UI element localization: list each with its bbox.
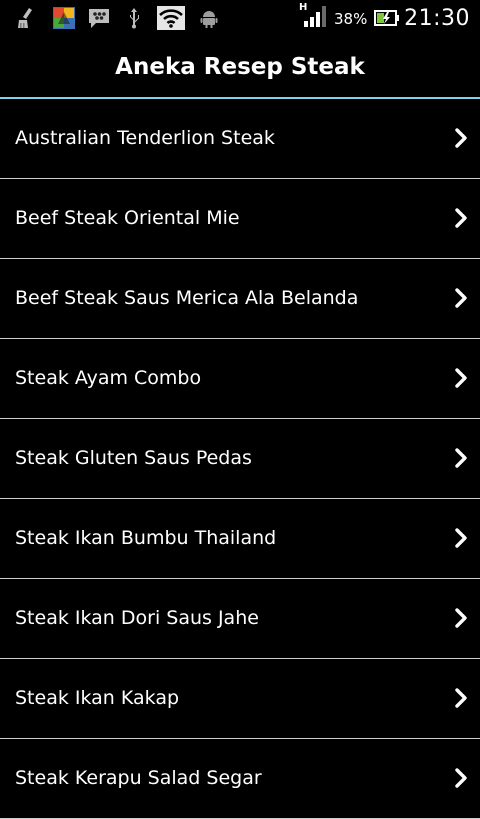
list-item[interactable]: Steak Kerapu Salad Segar <box>0 739 480 819</box>
chevron-right-icon <box>455 368 467 388</box>
status-bar: H 38% 21:30 <box>0 0 480 36</box>
chevron-right-icon <box>455 688 467 708</box>
chevron-right-icon <box>455 528 467 548</box>
list-item-label: Australian Tenderlion Steak <box>15 127 275 149</box>
battery-icon <box>374 6 400 30</box>
android-debug-icon <box>198 6 220 30</box>
network-type-label: H <box>299 2 308 13</box>
android-apps-icon <box>52 6 76 30</box>
signal-icon: H <box>298 2 328 28</box>
list-item-label: Beef Steak Oriental Mie <box>15 207 240 229</box>
list-item[interactable]: Steak Ayam Combo <box>0 339 480 419</box>
page-title: Aneka Resep Steak <box>115 53 365 80</box>
chevron-right-icon <box>455 128 467 148</box>
chevron-right-icon <box>455 768 467 788</box>
list-item-label: Steak Ikan Kakap <box>15 687 180 709</box>
list-item-label: Steak Ikan Bumbu Thailand <box>15 527 277 549</box>
bbm-chat-icon <box>86 6 112 30</box>
chevron-right-icon <box>455 448 467 468</box>
status-clock: 21:30 <box>404 6 470 31</box>
list-item[interactable]: Steak Ikan Kakap <box>0 659 480 739</box>
list-item[interactable]: Steak Ikan Bumbu Thailand <box>0 499 480 579</box>
broom-icon <box>14 6 40 30</box>
recipe-list: Australian Tenderlion Steak Beef Steak O… <box>0 99 480 819</box>
list-item[interactable]: Steak Ikan Dori Saus Jahe <box>0 579 480 659</box>
list-item-label: Beef Steak Saus Merica Ala Belanda <box>15 287 359 309</box>
chevron-right-icon <box>455 288 467 308</box>
list-item-label: Steak Ikan Dori Saus Jahe <box>15 607 259 629</box>
list-item[interactable]: Steak Gluten Saus Pedas <box>0 419 480 499</box>
list-item[interactable]: Beef Steak Saus Merica Ala Belanda <box>0 259 480 339</box>
list-item[interactable]: Beef Steak Oriental Mie <box>0 179 480 259</box>
list-item-label: Steak Ayam Combo <box>15 367 202 389</box>
chevron-right-icon <box>455 208 467 228</box>
list-item-label: Steak Gluten Saus Pedas <box>15 447 252 469</box>
usb-icon <box>124 6 144 30</box>
wifi-icon <box>156 6 186 30</box>
list-item[interactable]: Australian Tenderlion Steak <box>0 99 480 179</box>
app-header: Aneka Resep Steak <box>0 36 480 97</box>
list-item-label: Steak Kerapu Salad Segar <box>15 767 262 789</box>
battery-percent: 38% <box>334 10 368 28</box>
chevron-right-icon <box>455 608 467 628</box>
